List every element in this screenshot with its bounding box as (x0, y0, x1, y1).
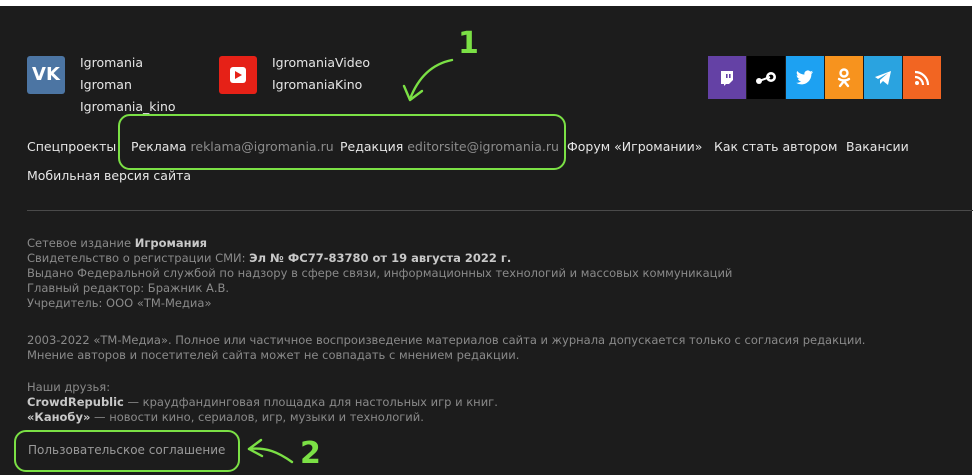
youtube-links: IgromaniaVideo IgromaniaKino (272, 52, 370, 96)
opinion-line: Мнение авторов и посетителей сайта может… (27, 348, 520, 362)
kanobu-link[interactable]: «Канобу» (27, 410, 90, 424)
copyright-block: 2003-2022 «ТМ-Медиа». Полное или частичн… (27, 333, 865, 363)
nav-jobs[interactable]: Вакансии (846, 139, 909, 154)
nav-mobile-version[interactable]: Мобильная версия сайта (27, 168, 191, 183)
info-line-issued: Выдано Федеральной службой по надзору в … (27, 266, 733, 280)
rss-icon[interactable] (903, 56, 941, 99)
annotation-frame-1 (118, 114, 566, 170)
ok-glyph (837, 67, 851, 87)
crowdrepublic-link[interactable]: CrowdRepublic (27, 395, 124, 409)
friends-block: Наши друзья: CrowdRepublic — краудфандин… (27, 380, 498, 425)
nav-become-author[interactable]: Как стать автором (714, 139, 837, 154)
annotation-arrow-2 (247, 438, 294, 464)
info-block: Сетевое издание Игромания Свидетельство … (27, 236, 732, 311)
friend-kanobu: «Канобу» — новости кино, сериалов, игр, … (27, 410, 424, 424)
certificate-number: Эл № ФС77-83780 от 19 августа 2022 г. (249, 251, 512, 265)
annotation-number-1: 1 (458, 26, 479, 61)
copyright-line: 2003-2022 «ТМ-Медиа». Полное или частичн… (27, 333, 866, 347)
play-icon (230, 67, 246, 83)
odnoklassniki-icon[interactable] (825, 56, 863, 99)
top-strip (0, 0, 975, 6)
telegram-icon[interactable] (864, 56, 902, 99)
friends-title: Наши друзья: (27, 380, 111, 394)
youtube-link-igromaniavideo[interactable]: IgromaniaVideo (272, 52, 370, 74)
steam-glyph (756, 71, 776, 84)
annotation-frame-2 (14, 430, 240, 472)
friend-crowdrepublic: CrowdRepublic — краудфандинговая площадк… (27, 395, 498, 409)
rss-glyph (914, 70, 930, 85)
vk-link-igroman[interactable]: Igroman (80, 74, 176, 96)
telegram-glyph (875, 70, 891, 85)
twitch-icon[interactable] (708, 56, 746, 99)
vk-link-igromania[interactable]: Igromania (80, 52, 176, 74)
annotation-arrow-1 (402, 58, 454, 102)
youtube-link-igromaniakino[interactable]: IgromaniaKino (272, 74, 370, 96)
twitter-icon[interactable] (786, 56, 824, 99)
twitch-glyph (721, 70, 733, 86)
info-line-certificate: Свидетельство о регистрации СМИ: Эл № ФС… (27, 251, 512, 265)
vk-links: Igromania Igroman Igromania_kino (80, 52, 176, 118)
youtube-icon[interactable] (219, 56, 257, 94)
vk-icon[interactable]: VK (27, 56, 65, 94)
annotation-number-2: 2 (300, 436, 321, 471)
info-line-editor: Главный редактор: Бражник А.В. (27, 281, 230, 295)
divider (27, 210, 973, 211)
steam-icon[interactable] (747, 56, 785, 99)
edition-name: Игромания (134, 236, 208, 250)
nav-special-projects[interactable]: Спецпроекты (27, 139, 116, 154)
info-line-edition: Сетевое издание Игромания (27, 236, 208, 250)
twitter-glyph (796, 69, 813, 84)
info-line-founder: Учредитель: ООО «ТМ-Медиа» (27, 296, 212, 310)
nav-forum[interactable]: Форум «Игромании» (567, 139, 702, 154)
